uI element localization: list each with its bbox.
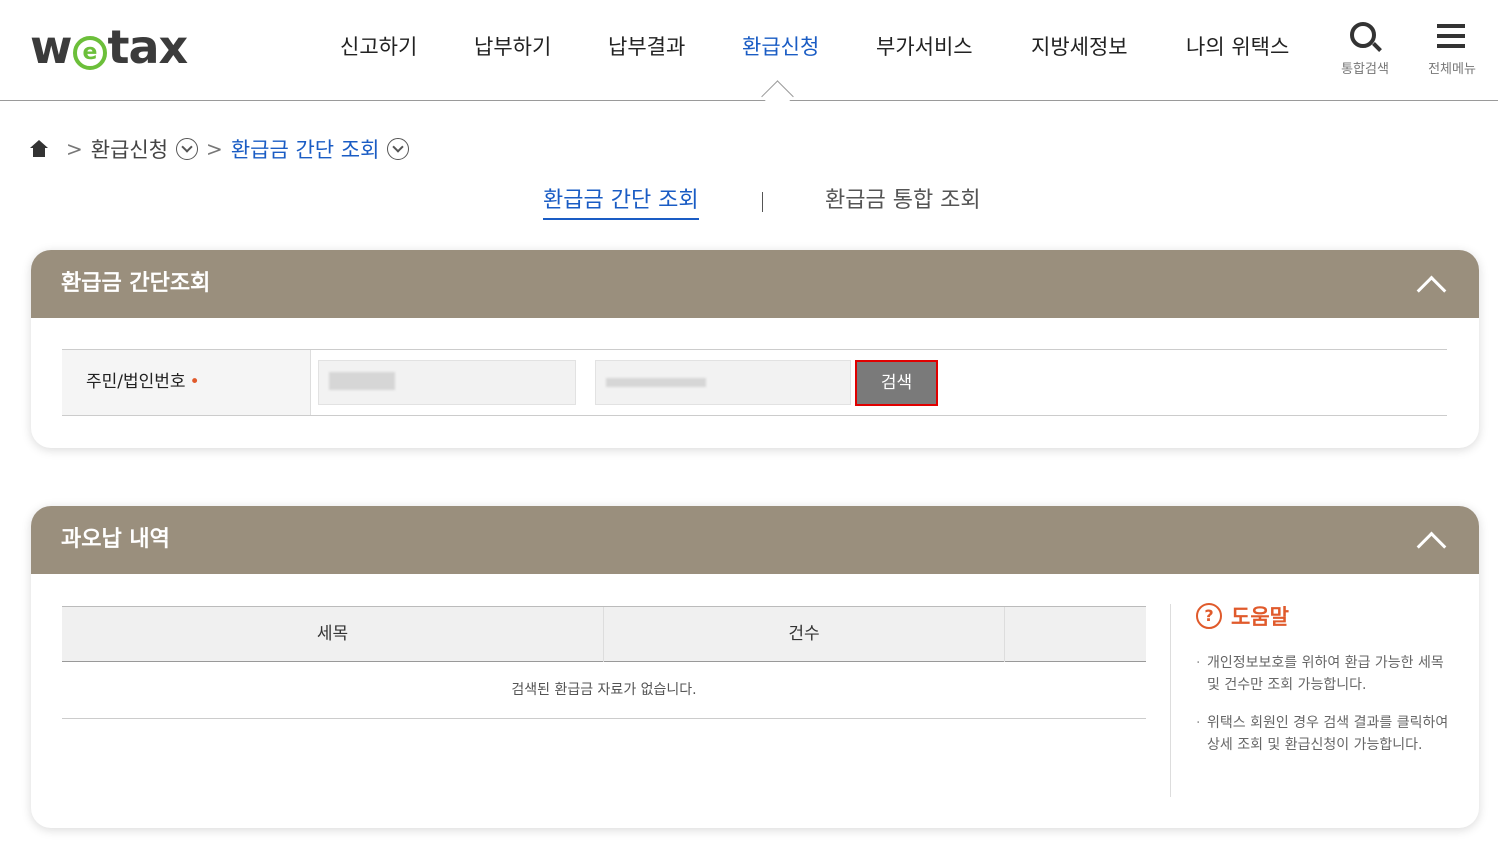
overpayment-table: 세목 건수 검색된 환급금 자료가 없습니다. <box>62 606 1146 719</box>
refund-lookup-panel: 환급금 간단조회 주민/법인번호 • 검색 <box>31 250 1479 448</box>
integrated-search-button[interactable]: 통합검색 <box>1330 18 1400 77</box>
sub-tabs: 환급금 간단 조회 환급금 통합 조회 <box>0 184 1498 220</box>
refund-lookup-panel-header: 환급금 간단조회 <box>31 250 1479 318</box>
breadcrumb-level1[interactable]: 환급신청 <box>91 134 168 164</box>
column-header-count: 건수 <box>604 607 1005 662</box>
breadcrumb-level2[interactable]: 환급금 간단 조회 <box>231 134 380 164</box>
empty-result-message: 검색된 환급금 자료가 없습니다. <box>62 662 1146 719</box>
nav-item-pay[interactable]: 납부하기 <box>474 30 551 64</box>
nav-item-report[interactable]: 신고하기 <box>340 30 417 64</box>
id-number-label: 주민/법인번호 • <box>62 350 311 415</box>
help-box: ? 도움말 개인정보보호를 위하여 환급 가능한 세목 및 건수만 조회 가능합… <box>1196 602 1456 772</box>
breadcrumb: > 환급신청 > 환급금 간단 조회 <box>30 134 410 164</box>
help-item: 개인정보보호를 위하여 환급 가능한 세목 및 건수만 조회 가능합니다. <box>1196 652 1456 696</box>
full-menu-button[interactable]: 전체메뉴 <box>1417 18 1487 77</box>
breadcrumb-separator-icon: > <box>66 137 83 161</box>
id-number-row: 주민/법인번호 • 검색 <box>62 349 1447 416</box>
refund-lookup-panel-title: 환급금 간단조회 <box>61 271 211 296</box>
nav-item-my-wetax[interactable]: 나의 위택스 <box>1186 30 1289 64</box>
help-title: ? 도움말 <box>1196 602 1456 630</box>
id-number-label-text: 주민/법인번호 <box>86 372 186 392</box>
breadcrumb-separator-icon: > <box>206 137 223 161</box>
search-button[interactable]: 검색 <box>855 360 938 406</box>
help-divider <box>1170 604 1171 797</box>
overpayment-panel: 과오납 내역 세목 건수 검색된 환급금 자료가 없습니다. ? 도움말 개인정… <box>31 506 1479 828</box>
breadcrumb-level2-dropdown-icon[interactable] <box>387 138 410 160</box>
collapse-chevron-up-icon[interactable] <box>1413 270 1449 298</box>
masked-value <box>329 372 395 390</box>
help-list: 개인정보보호를 위하여 환급 가능한 세목 및 건수만 조회 가능합니다. 위택… <box>1196 652 1456 756</box>
table-header: 세목 건수 <box>62 606 1146 662</box>
nav-item-extra-services[interactable]: 부가서비스 <box>876 30 973 64</box>
collapse-chevron-up-icon[interactable] <box>1413 526 1449 554</box>
breadcrumb-level1-dropdown-icon[interactable] <box>176 138 199 160</box>
main-nav: 신고하기 납부하기 납부결과 환급신청 부가서비스 지방세정보 나의 위택스 <box>0 30 1498 64</box>
nav-item-local-tax-info[interactable]: 지방세정보 <box>1031 30 1128 64</box>
overpayment-panel-title: 과오납 내역 <box>61 527 170 552</box>
integrated-search-label: 통합검색 <box>1341 62 1389 77</box>
help-title-text: 도움말 <box>1231 605 1289 629</box>
home-icon[interactable] <box>30 140 48 158</box>
full-menu-label: 전체메뉴 <box>1428 62 1476 77</box>
required-mark: • <box>189 372 200 392</box>
id-number-front-input[interactable] <box>318 360 576 405</box>
tab-integrated-refund-lookup[interactable]: 환급금 통합 조회 <box>825 184 981 218</box>
hamburger-menu-icon <box>1417 18 1487 54</box>
help-item: 위택스 회원인 경우 검색 결과를 클릭하여 상세 조회 및 환급신청이 가능합… <box>1196 712 1456 756</box>
site-header: w e tax 신고하기 납부하기 납부결과 환급신청 부가서비스 지방세정보 나의… <box>0 0 1498 101</box>
masked-value <box>606 378 706 387</box>
column-header-tax-item: 세목 <box>62 607 604 662</box>
search-icon <box>1330 18 1400 54</box>
column-header-blank <box>1005 607 1146 662</box>
tab-divider <box>762 192 763 212</box>
question-circle-icon: ? <box>1196 603 1222 629</box>
nav-item-refund[interactable]: 환급신청 <box>742 30 819 64</box>
id-number-back-input[interactable] <box>595 360 851 405</box>
overpayment-panel-header: 과오납 내역 <box>31 506 1479 574</box>
nav-item-payment-result[interactable]: 납부결과 <box>608 30 685 64</box>
tab-simple-refund-lookup[interactable]: 환급금 간단 조회 <box>543 184 699 220</box>
